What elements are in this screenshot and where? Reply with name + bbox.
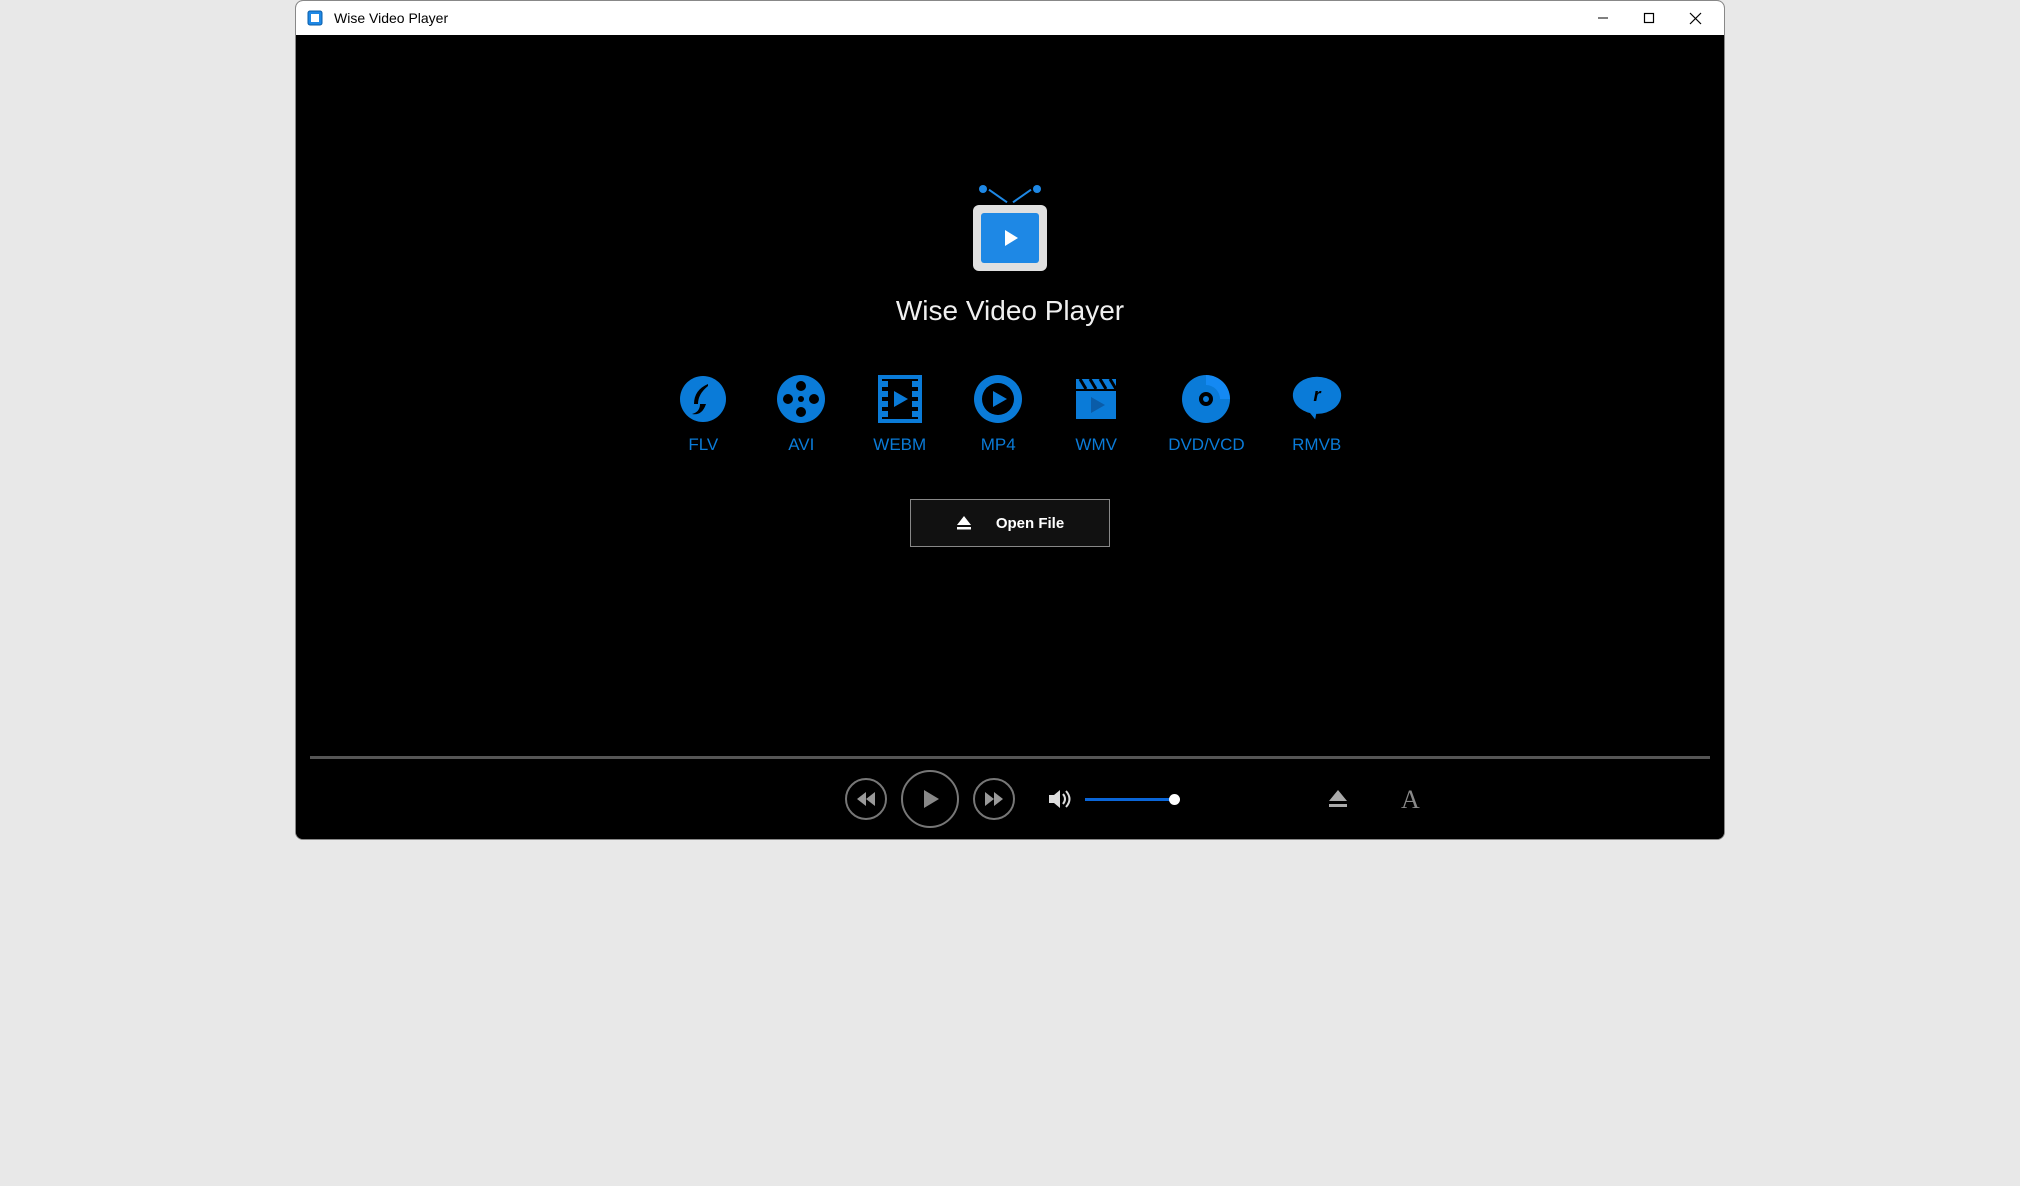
control-bar: A [296, 759, 1724, 839]
film-strip-icon [874, 373, 926, 425]
format-label: DVD/VCD [1168, 435, 1245, 455]
volume-control [1049, 789, 1175, 809]
disc-icon [1180, 373, 1232, 425]
format-label: RMVB [1292, 435, 1341, 455]
format-label: WMV [1075, 435, 1117, 455]
format-label: WEBM [873, 435, 926, 455]
maximize-button[interactable] [1626, 1, 1672, 35]
tv-icon [973, 205, 1047, 271]
format-rmvb: r RMVB [1291, 373, 1343, 455]
film-reel-icon [775, 373, 827, 425]
close-button[interactable] [1672, 1, 1718, 35]
open-file-button[interactable]: Open File [910, 499, 1110, 547]
app-window: Wise Video Player Wi [295, 0, 1725, 840]
format-avi: AVI [775, 373, 827, 455]
format-dvd: DVD/VCD [1168, 373, 1245, 455]
format-label: MP4 [981, 435, 1016, 455]
format-list: FLV AVI [677, 373, 1342, 455]
forward-button[interactable] [973, 778, 1015, 820]
open-file-label: Open File [996, 515, 1064, 532]
playback-controls [845, 770, 1175, 828]
minimize-button[interactable] [1580, 1, 1626, 35]
control-bar-right: A [1328, 786, 1424, 812]
volume-thumb[interactable] [1169, 794, 1180, 805]
flash-icon [677, 373, 729, 425]
format-mp4: MP4 [972, 373, 1024, 455]
svg-text:A: A [1401, 786, 1420, 812]
real-icon: r [1291, 373, 1343, 425]
volume-slider[interactable] [1085, 798, 1175, 801]
titlebar: Wise Video Player [296, 1, 1724, 35]
format-label: AVI [788, 435, 814, 455]
rewind-button[interactable] [845, 778, 887, 820]
window-title: Wise Video Player [334, 10, 448, 26]
eject-icon [956, 516, 972, 530]
subtitle-button[interactable]: A [1398, 786, 1424, 812]
format-webm: WEBM [873, 373, 926, 455]
format-flv: FLV [677, 373, 729, 455]
app-logo: Wise Video Player [896, 205, 1124, 327]
clapper-icon [1070, 373, 1122, 425]
play-circle-icon [972, 373, 1024, 425]
volume-icon[interactable] [1049, 789, 1073, 809]
video-area: Wise Video Player FLV [296, 35, 1724, 756]
format-wmv: WMV [1070, 373, 1122, 455]
format-label: FLV [688, 435, 718, 455]
eject-button[interactable] [1328, 790, 1348, 808]
app-name-label: Wise Video Player [896, 295, 1124, 327]
play-button[interactable] [901, 770, 959, 828]
app-icon [306, 9, 324, 27]
